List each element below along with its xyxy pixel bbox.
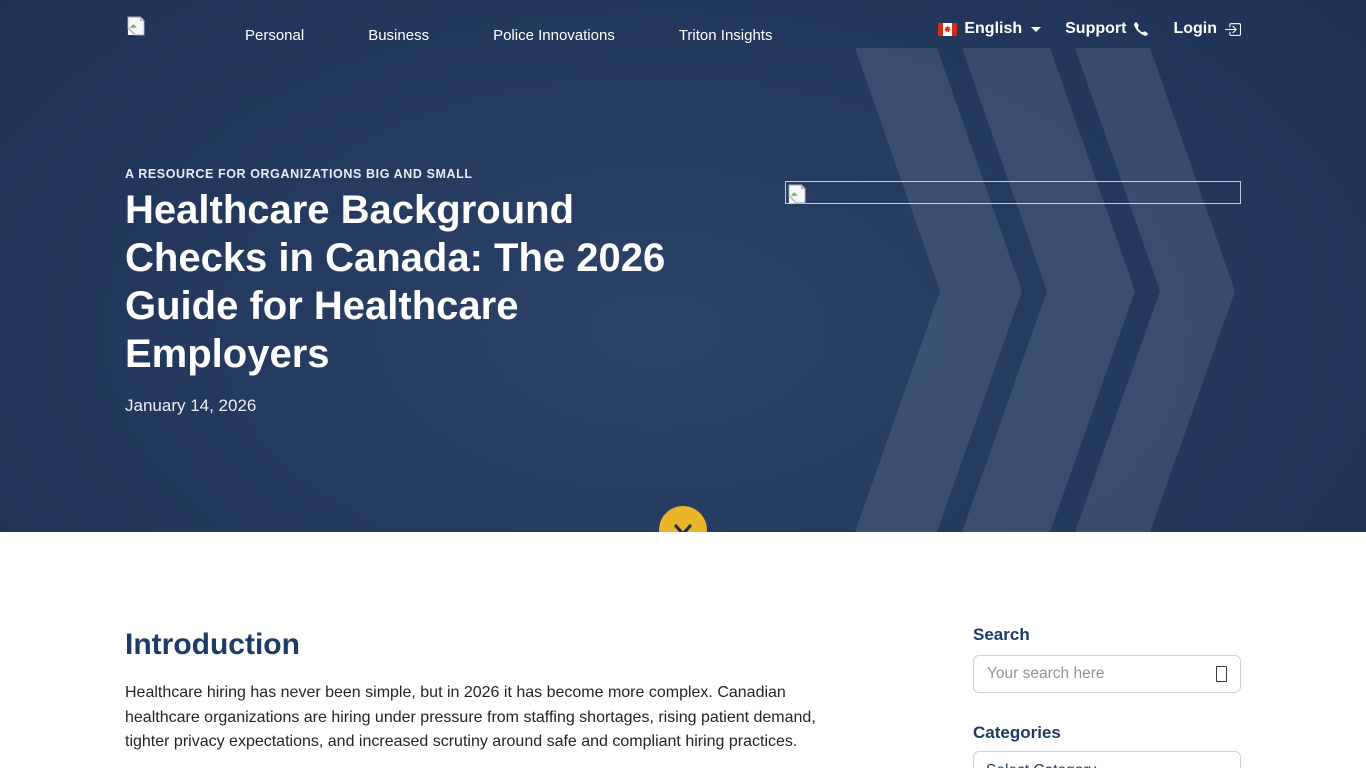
page-title: Healthcare Background Checks in Canada: … — [125, 186, 725, 378]
support-label: Support — [1065, 20, 1126, 38]
search-label: Search — [973, 625, 1030, 645]
language-selector[interactable]: English — [938, 20, 1041, 38]
canada-flag-icon — [938, 23, 957, 36]
article-date: January 14, 2026 — [125, 396, 256, 416]
search-missing-glyph-icon — [1216, 666, 1227, 682]
support-link[interactable]: Support — [1065, 20, 1149, 38]
nav-item-police-innovations[interactable]: Police Innovations — [493, 27, 615, 44]
login-link[interactable]: Login — [1173, 20, 1240, 38]
article-section: Introduction Healthcare hiring has never… — [0, 532, 1366, 768]
hero-image-placeholder — [785, 181, 1241, 204]
phone-icon — [1133, 21, 1149, 37]
brand-logo-broken-image-icon[interactable] — [127, 16, 147, 38]
nav-item-triton-insights[interactable]: Triton Insights — [679, 27, 773, 44]
header-actions: English Support Login — [938, 20, 1240, 38]
search-input[interactable] — [973, 655, 1241, 693]
caret-down-icon — [1031, 27, 1041, 32]
hero-section: Personal Business Police Innovations Tri… — [0, 0, 1366, 532]
article-heading: Introduction — [125, 628, 300, 662]
categories-select[interactable]: Select Category — [973, 751, 1241, 768]
login-icon — [1224, 21, 1240, 37]
hero-eyebrow: A RESOURCE FOR ORGANIZATIONS BIG AND SMA… — [125, 167, 473, 181]
categories-label: Categories — [973, 723, 1061, 743]
login-label: Login — [1173, 20, 1217, 38]
search-box — [973, 655, 1241, 693]
article-paragraph: Healthcare hiring has never been simple,… — [125, 681, 825, 755]
nav-item-business[interactable]: Business — [368, 27, 429, 44]
nav-item-personal[interactable]: Personal — [245, 27, 304, 44]
search-button[interactable] — [1209, 662, 1233, 686]
categories-selected-value: Select Category — [986, 762, 1096, 768]
main-navigation: Personal Business Police Innovations Tri… — [245, 27, 772, 44]
language-label: English — [964, 20, 1022, 38]
page: Personal Business Police Innovations Tri… — [0, 0, 1366, 768]
broken-image-icon — [788, 184, 806, 204]
